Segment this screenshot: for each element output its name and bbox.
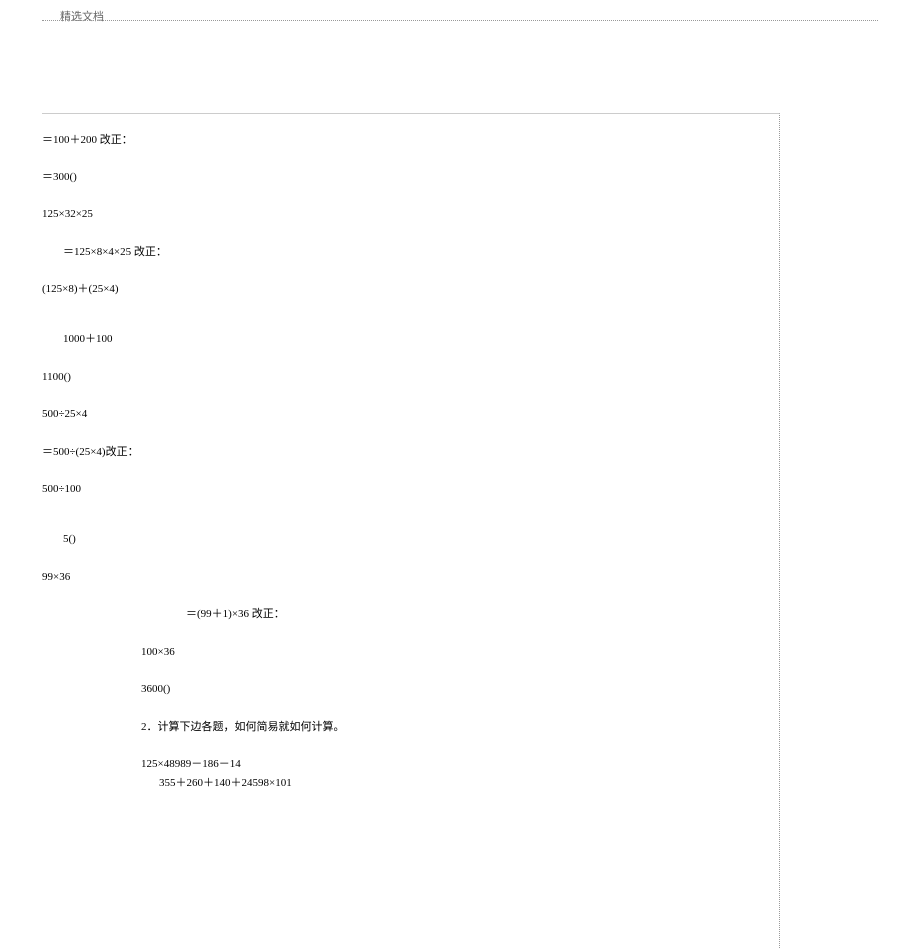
math-line: (125×8)＋(25×4) [42,283,119,296]
math-line: 1100() [42,371,71,384]
header-title: 精选文档 [60,11,104,23]
math-line: 1000＋100 [63,333,113,346]
math-line: 100×36 [141,646,175,659]
math-line: ＝125×8×4×25 改正： [63,246,167,259]
math-line: 355＋260＋140＋24598×101 [159,777,292,790]
instruction-line: 2．计算下边各题，如何简易就如何计算。 [141,721,345,734]
math-line: ＝(99＋1)×36 改正： [186,608,285,621]
math-line: ＝300() [42,171,77,184]
math-line: 125×48989－186－14 [141,758,241,771]
page-header: 精选文档 [60,8,104,24]
math-line: ＝100＋200 改正： [42,134,133,147]
content-frame [42,113,780,948]
math-line: ＝500÷(25×4)改正： [42,446,139,459]
math-line: 99×36 [42,571,70,584]
math-line: 5() [63,533,76,546]
math-line: 500÷100 [42,483,81,496]
header-divider [42,20,878,21]
math-line: 3600() [141,683,170,696]
math-line: 125×32×25 [42,208,93,221]
math-line: 500÷25×4 [42,408,87,421]
